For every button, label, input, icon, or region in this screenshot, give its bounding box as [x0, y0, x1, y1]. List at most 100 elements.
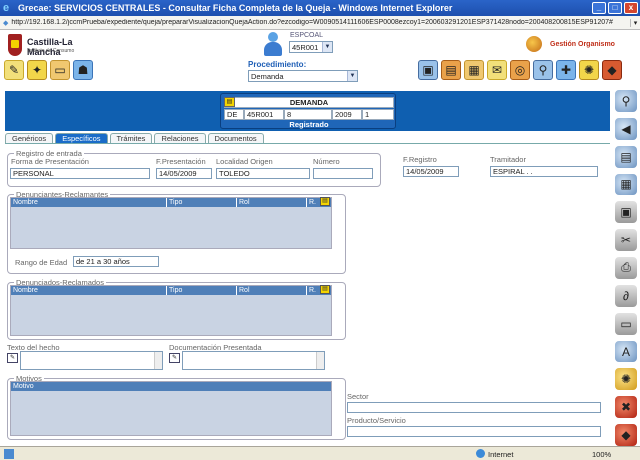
- users-icon[interactable]: ☗: [73, 60, 93, 80]
- demanda-code: DE 45R001 8 2009 1: [224, 109, 394, 120]
- globe-icon[interactable]: ◎: [510, 60, 530, 80]
- tools-icon[interactable]: ✚: [556, 60, 576, 80]
- denunciantes-table: Nombre Tipo Rol R.: [10, 197, 332, 249]
- window-title-bar: e Grecae: SERVICIOS CENTRALES - Consulta…: [0, 0, 640, 16]
- fpresentacion-label: F.Presentación: [156, 157, 206, 166]
- organismo-icon: [526, 36, 542, 52]
- chevron-down-icon: ▼: [322, 42, 332, 52]
- address-url[interactable]: http://192.168.1.2/jccmPrueba/expediente…: [11, 19, 630, 26]
- tab-relaciones[interactable]: Relaciones: [154, 133, 206, 143]
- exit-icon[interactable]: ◆: [602, 60, 622, 80]
- books-icon[interactable]: ▤: [441, 60, 461, 80]
- gestion-organismo-label: Gestión Organismo: [550, 41, 615, 48]
- folder-icon[interactable]: ▤: [320, 197, 330, 206]
- numero-field[interactable]: [313, 168, 373, 179]
- lightbulb-icon[interactable]: ✦: [27, 60, 47, 80]
- column-tipo: Tipo: [167, 198, 237, 207]
- edit-doc-icon[interactable]: ✎: [169, 353, 180, 363]
- demanda-year: 2009: [332, 109, 362, 120]
- user-icon: [262, 32, 284, 56]
- tramitador-field[interactable]: ESPIRAL . .: [490, 166, 598, 177]
- column-rol: Rol: [237, 286, 307, 295]
- sector-field[interactable]: [347, 402, 601, 413]
- page-icon: ◆: [3, 19, 9, 27]
- stack-icon[interactable]: ▤: [615, 145, 637, 168]
- window-title: Grecae: SERVICIOS CENTRALES - Consultar …: [18, 3, 453, 13]
- fregistro-field[interactable]: 14/05/2009: [403, 166, 459, 177]
- demanda-title: DEMANDA: [224, 97, 394, 108]
- documents-icon[interactable]: ▦: [615, 173, 637, 196]
- zone-label: Internet: [488, 450, 514, 459]
- column-nombre: Nombre: [11, 198, 167, 207]
- box-icon[interactable]: ▦: [464, 60, 484, 80]
- gestion-organismo-link[interactable]: Gestión Organismo: [522, 36, 640, 52]
- denunciados-table: Nombre Tipo Rol R.: [10, 285, 332, 336]
- motivos-table: Motivo: [10, 381, 332, 436]
- settings-icon[interactable]: ✺: [615, 368, 637, 391]
- app-header: Castilla-La Mancha Instituto de Consumo …: [0, 30, 640, 88]
- procedimiento-label: Procedimiento:: [248, 60, 307, 69]
- demanda-panel: DEMANDA ▤ DE 45R001 8 2009 1 Registrado: [220, 93, 396, 129]
- maximize-button[interactable]: □: [608, 2, 622, 14]
- tab-tramites[interactable]: Trámites: [109, 133, 153, 143]
- back-icon[interactable]: ◀: [615, 117, 637, 140]
- zoom-level[interactable]: 100%: [592, 450, 611, 459]
- logo: Castilla-La Mancha Instituto de Consumo: [8, 34, 100, 58]
- zoom-icon[interactable]: ⚲: [615, 90, 637, 112]
- address-dropdown-icon[interactable]: ▾: [630, 18, 640, 27]
- rango-field[interactable]: de 21 a 30 años: [73, 256, 159, 267]
- mail-icon[interactable]: ✉: [487, 60, 507, 80]
- espcoal-label: ESPCOAL: [290, 32, 324, 39]
- numero-label: Número: [313, 157, 340, 166]
- print-icon[interactable]: ⎙: [615, 257, 637, 279]
- search-icon[interactable]: ⚲: [533, 60, 553, 80]
- espcoal-select[interactable]: 45R001 ▼: [289, 41, 333, 53]
- localidad-field[interactable]: TOLEDO: [216, 168, 310, 179]
- status-bar: Internet 100%: [0, 446, 640, 460]
- tab-bar: Genéricos Específicos Trámites Relacione…: [5, 133, 610, 144]
- chevron-down-icon: ▼: [347, 71, 357, 81]
- folder-icon[interactable]: ▭: [50, 60, 70, 80]
- save-icon[interactable]: ▣: [615, 201, 637, 224]
- demanda-number: 8: [284, 109, 332, 120]
- forma-label: Forma de Presentación: [11, 157, 89, 166]
- edit-icon[interactable]: ✎: [4, 60, 24, 80]
- producto-label: Producto/Servicio: [347, 416, 406, 425]
- shield-logo-icon: [8, 34, 22, 56]
- right-sidebar: ⚲ ◀ ▤ ▦ ▣ ✂ ⎙ ∂ ▭ A ✺ ✖ ◆: [612, 88, 640, 446]
- texto-field[interactable]: [20, 351, 163, 370]
- tab-genericos[interactable]: Genéricos: [5, 133, 54, 143]
- folder-icon[interactable]: ▤: [320, 285, 330, 294]
- cut-icon[interactable]: ✂: [615, 229, 637, 252]
- demanda-type: DE: [224, 109, 244, 120]
- page-status-icon: [4, 449, 14, 459]
- tab-especificos[interactable]: Específicos: [55, 133, 108, 143]
- procedimiento-value: Demanda: [251, 72, 284, 81]
- sector-label: Sector: [347, 392, 369, 401]
- fpresentacion-field[interactable]: 14/05/2009: [156, 168, 212, 179]
- localidad-label: Localidad Origen: [216, 157, 273, 166]
- column-rol: Rol: [237, 198, 307, 207]
- procedimiento-select[interactable]: Demanda ▼: [248, 70, 358, 82]
- clip-icon[interactable]: ∂: [615, 284, 637, 307]
- minimize-button[interactable]: _: [592, 2, 606, 14]
- printer-icon[interactable]: ▭: [615, 312, 637, 335]
- documentacion-field[interactable]: [182, 351, 325, 370]
- laptop-icon[interactable]: ▣: [418, 60, 438, 80]
- delete-icon[interactable]: ✖: [615, 396, 637, 419]
- tab-documentos[interactable]: Documentos: [207, 133, 264, 143]
- ie-icon: e: [3, 2, 10, 14]
- tractor-icon[interactable]: ◆: [615, 424, 637, 446]
- close-button[interactable]: x: [624, 2, 638, 14]
- folder-icon[interactable]: ▤: [224, 97, 235, 107]
- forma-field[interactable]: PERSONAL: [10, 168, 150, 179]
- font-icon[interactable]: A: [615, 340, 637, 363]
- address-bar[interactable]: ◆ http://192.168.1.2/jccmPrueba/expedien…: [0, 16, 640, 30]
- left-toolbar: ✎ ✦ ▭ ☗: [4, 60, 93, 80]
- table-header: Nombre Tipo Rol R.: [11, 286, 331, 295]
- tramitador-label: Tramitador: [490, 155, 526, 164]
- gears-icon[interactable]: ✺: [579, 60, 599, 80]
- edit-text-icon[interactable]: ✎: [7, 353, 18, 363]
- producto-field[interactable]: [347, 426, 601, 437]
- table-header: Motivo: [11, 382, 331, 391]
